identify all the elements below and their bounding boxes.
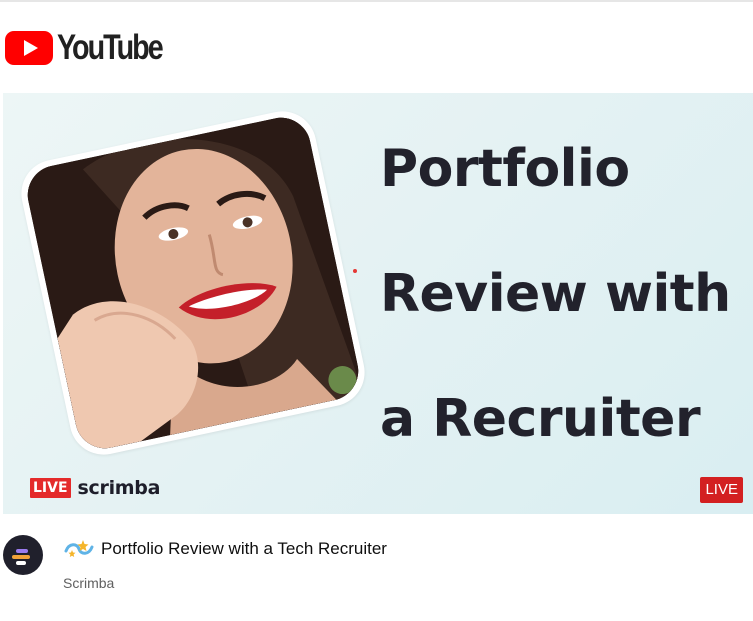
top-divider xyxy=(0,0,753,2)
page: YouTube Portfolio Review with a Recruite… xyxy=(0,0,753,621)
video-thumbnail[interactable]: Portfolio Review with a Recruiter LIVE s… xyxy=(3,93,753,514)
presenter-photo xyxy=(22,112,364,454)
avatar-bar-2 xyxy=(12,555,30,559)
avatar-bar-3 xyxy=(16,561,26,565)
thumbnail-title-line-2: Review with xyxy=(380,264,731,324)
brand-live-tag: LIVE xyxy=(30,478,71,498)
video-title: Portfolio Review with a Tech Recruiter xyxy=(101,539,387,558)
thumbnail-title-line-1: Portfolio xyxy=(380,139,630,199)
logo-wordmark: YouTube xyxy=(57,28,164,67)
photo-frame xyxy=(15,105,371,461)
channel-avatar[interactable] xyxy=(3,535,43,575)
channel-name[interactable]: Scrimba xyxy=(63,575,114,591)
live-badge: LIVE xyxy=(700,477,743,503)
brand-name: scrimba xyxy=(77,477,161,499)
red-dot xyxy=(353,269,357,273)
thumbnail-brand: LIVE scrimba xyxy=(30,477,160,499)
avatar-bar-1 xyxy=(16,549,28,553)
youtube-logo[interactable]: YouTube xyxy=(5,30,185,65)
sparkle-emoji-icon xyxy=(64,540,94,557)
youtube-play-icon xyxy=(5,30,53,65)
video-title-link[interactable]: Portfolio Review with a Tech Recruiter xyxy=(63,538,387,560)
thumbnail-title-line-3: a Recruiter xyxy=(380,389,701,449)
